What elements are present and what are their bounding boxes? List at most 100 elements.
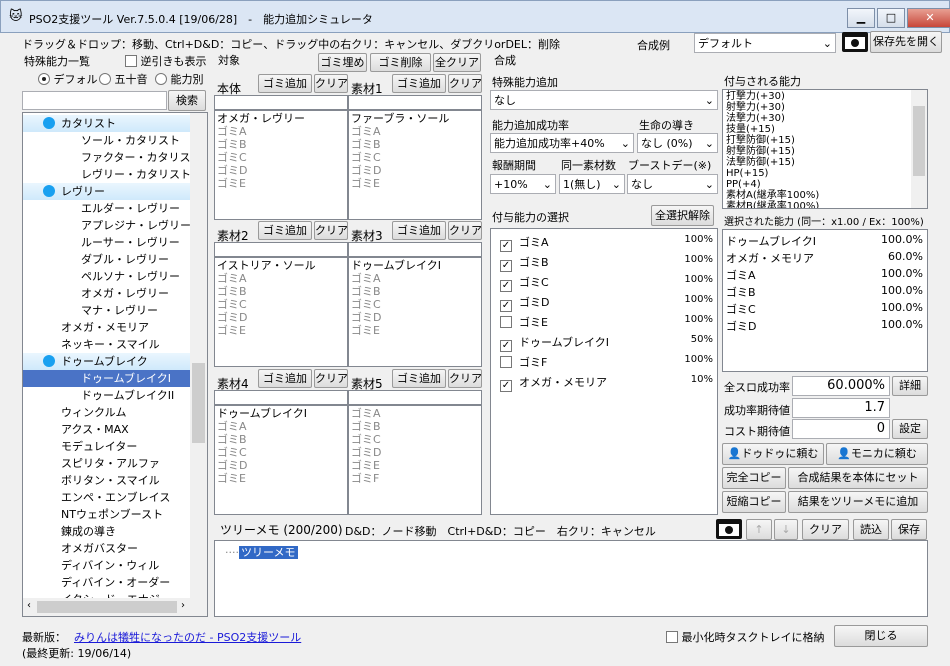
full-copy-button[interactable]: 完全コピー bbox=[722, 467, 786, 489]
recipe-select[interactable]: デフォルト ⌄ bbox=[694, 33, 836, 53]
tree-item[interactable]: オメガ・レヴリー bbox=[23, 285, 191, 302]
tree-item[interactable]: マナ・レヴリー bbox=[23, 302, 191, 319]
choice-row[interactable]: ✓ ゴミB 100% bbox=[491, 254, 717, 272]
slot-main-box[interactable] bbox=[348, 390, 482, 405]
reward-select[interactable]: +10% ⌄ bbox=[490, 174, 556, 194]
tree-item[interactable]: NTウェポンブースト bbox=[23, 506, 191, 523]
open-save-folder-button[interactable]: 保存先を開く bbox=[870, 31, 942, 53]
reverse-lookup-checkbox[interactable]: 逆引きも表示 bbox=[125, 53, 207, 69]
choice-row[interactable]: ✓ ゴミC 100% bbox=[491, 274, 717, 292]
tree-item[interactable]: ドゥームブレイクI bbox=[23, 370, 191, 387]
choice-row[interactable]: ゴミE 100% bbox=[491, 314, 717, 330]
memo-node[interactable]: ···· ツリーメモ bbox=[225, 544, 298, 560]
detail-button[interactable]: 詳細 bbox=[892, 376, 928, 396]
clear-slot-button[interactable]: クリア bbox=[448, 369, 482, 388]
slot-main-box[interactable] bbox=[214, 95, 348, 110]
slot-main-box[interactable] bbox=[348, 242, 482, 257]
choice-checkbox[interactable] bbox=[500, 316, 512, 328]
latest-link[interactable]: みりんは犠牲になったのだ - PSO2支援ツール bbox=[74, 629, 301, 645]
set-result-button[interactable]: 合成結果を本体にセット bbox=[788, 467, 928, 489]
tree-item[interactable]: アプレジナ・レヴリー bbox=[23, 217, 191, 234]
slot-ability-list[interactable]: オメガ・レヴリー ゴミA ゴミB ゴミC ゴミD ゴミE bbox=[214, 110, 348, 220]
clear-slot-button[interactable]: クリア bbox=[314, 74, 348, 93]
memo-tree[interactable]: ···· ツリーメモ bbox=[214, 540, 928, 617]
tree-item[interactable]: エンペ・エンブレイス bbox=[23, 489, 191, 506]
memo-clear-button[interactable]: クリア bbox=[802, 519, 849, 540]
tree-item[interactable]: オメガバスター bbox=[23, 540, 191, 557]
sort-default-radio[interactable]: デフォルト bbox=[38, 71, 109, 87]
tree-item[interactable]: ウィンクルム bbox=[23, 404, 191, 421]
sort-ability-radio[interactable]: 能力別 bbox=[155, 71, 204, 87]
memo-up-button[interactable]: ↑ bbox=[746, 519, 772, 540]
h-scroll-thumb[interactable] bbox=[37, 601, 177, 613]
search-input[interactable] bbox=[22, 91, 167, 110]
tree-item[interactable]: スピリタ・アルファ bbox=[23, 455, 191, 472]
memo-camera-icon[interactable] bbox=[716, 519, 742, 539]
tree-item[interactable]: 錬成の導き bbox=[23, 523, 191, 540]
ability-tree[interactable]: カタリスト ソール・カタリスト ファクター・カタリスト レヴリー・カタリスト レヴリーエ… bbox=[22, 112, 208, 617]
add-junk-button[interactable]: ゴミ追加 bbox=[392, 74, 446, 93]
tree-item[interactable]: ディバイン・ウィル bbox=[23, 557, 191, 574]
slot-main-box[interactable] bbox=[348, 95, 482, 110]
add-junk-button[interactable]: ゴミ追加 bbox=[392, 221, 446, 240]
deselect-all-button[interactable]: 全選択解除 bbox=[651, 205, 714, 226]
clear-slot-button[interactable]: クリア bbox=[448, 74, 482, 93]
tree-item[interactable]: ドゥームブレイク bbox=[23, 353, 191, 370]
cost-value[interactable]: 0 bbox=[792, 419, 890, 439]
clear-all-button[interactable]: 全クリア bbox=[433, 53, 481, 72]
slot-main-box[interactable] bbox=[214, 242, 348, 257]
tree-item[interactable]: ボリタン・スマイル bbox=[23, 472, 191, 489]
tree-item[interactable]: ソール・カタリスト bbox=[23, 132, 191, 149]
add-junk-button[interactable]: ゴミ追加 bbox=[258, 74, 312, 93]
camera-icon[interactable] bbox=[842, 32, 868, 52]
choice-checkbox[interactable]: ✓ bbox=[500, 240, 512, 252]
slot-ability-list[interactable]: ゴミA ゴミB ゴミC ゴミD ゴミE ゴミF bbox=[348, 405, 482, 515]
tree-item[interactable]: カタリスト bbox=[23, 115, 191, 132]
add-memo-button[interactable]: 結果をツリーメモに追加 bbox=[788, 491, 928, 513]
scroll-right-icon[interactable]: › bbox=[181, 600, 185, 611]
memo-load-button[interactable]: 読込 bbox=[853, 519, 889, 540]
add-junk-button[interactable]: ゴミ追加 bbox=[392, 369, 446, 388]
fill-junk-button[interactable]: ゴミ埋め bbox=[318, 53, 367, 72]
minimize-button[interactable]: ▁ bbox=[847, 8, 875, 28]
maximize-button[interactable]: □ bbox=[877, 8, 905, 28]
rate-select[interactable]: 能力追加成功率+40% ⌄ bbox=[490, 133, 634, 153]
slot-ability-list[interactable]: イストリア・ソール ゴミA ゴミB ゴミC ゴミD ゴミE bbox=[214, 257, 348, 367]
slot-ability-list[interactable]: ファーブラ・ソール ゴミA ゴミB ゴミC ゴミD ゴミE bbox=[348, 110, 482, 220]
scroll-thumb[interactable] bbox=[192, 363, 205, 443]
scroll-left-icon[interactable]: ‹ bbox=[27, 600, 31, 611]
choice-row[interactable]: ✓ オメガ・メモリア 10% bbox=[491, 374, 717, 392]
tree-item[interactable]: オメガ・メモリア bbox=[23, 319, 191, 336]
boost-select[interactable]: なし ⌄ bbox=[627, 174, 718, 194]
tray-checkbox[interactable]: 最小化時タスクトレイに格納 bbox=[666, 629, 825, 645]
search-button[interactable]: 検索 bbox=[168, 90, 206, 111]
tree-item[interactable]: ルーサー・レヴリー bbox=[23, 234, 191, 251]
tree-item[interactable]: ダブル・レヴリー bbox=[23, 251, 191, 268]
horizontal-scrollbar[interactable]: ‹ › bbox=[23, 598, 207, 616]
slot-ability-list[interactable]: ドゥームブレイクI ゴミA ゴミB ゴミC ゴミD ゴミE bbox=[348, 257, 482, 367]
choice-row[interactable]: ✓ ゴミD 100% bbox=[491, 294, 717, 312]
sort-kana-radio[interactable]: 五十音 bbox=[99, 71, 148, 87]
tree-item[interactable]: モデュレイター bbox=[23, 438, 191, 455]
tree-item[interactable]: アクス・MAX bbox=[23, 421, 191, 438]
choice-checkbox[interactable]: ✓ bbox=[500, 380, 512, 392]
special-add-select[interactable]: なし ⌄ bbox=[490, 90, 718, 110]
choice-checkbox[interactable]: ✓ bbox=[500, 280, 512, 292]
choice-row[interactable]: ゴミF 100% bbox=[491, 354, 717, 370]
clear-slot-button[interactable]: クリア bbox=[448, 221, 482, 240]
memo-down-button[interactable]: ↓ bbox=[774, 519, 798, 540]
same-select[interactable]: 1(無し) ⌄ bbox=[559, 174, 625, 194]
clear-slot-button[interactable]: クリア bbox=[314, 221, 348, 240]
tree-item[interactable]: イクシード・エナジー bbox=[23, 591, 191, 598]
ask-dudu-button[interactable]: 👤ドゥドゥに頼む bbox=[722, 443, 824, 465]
ask-monica-button[interactable]: 👤モニカに頼む bbox=[826, 443, 928, 465]
granted-scrollbar[interactable] bbox=[911, 90, 927, 208]
choice-row[interactable]: ✓ ドゥームブレイクI 50% bbox=[491, 334, 717, 352]
delete-junk-button[interactable]: ゴミ削除 bbox=[370, 53, 431, 72]
tree-item[interactable]: ファクター・カタリスト bbox=[23, 149, 191, 166]
add-junk-button[interactable]: ゴミ追加 bbox=[258, 221, 312, 240]
close-window-button[interactable]: ✕ bbox=[907, 8, 950, 28]
close-button[interactable]: 閉じる bbox=[834, 625, 928, 647]
choice-checkbox[interactable]: ✓ bbox=[500, 260, 512, 272]
add-junk-button[interactable]: ゴミ追加 bbox=[258, 369, 312, 388]
